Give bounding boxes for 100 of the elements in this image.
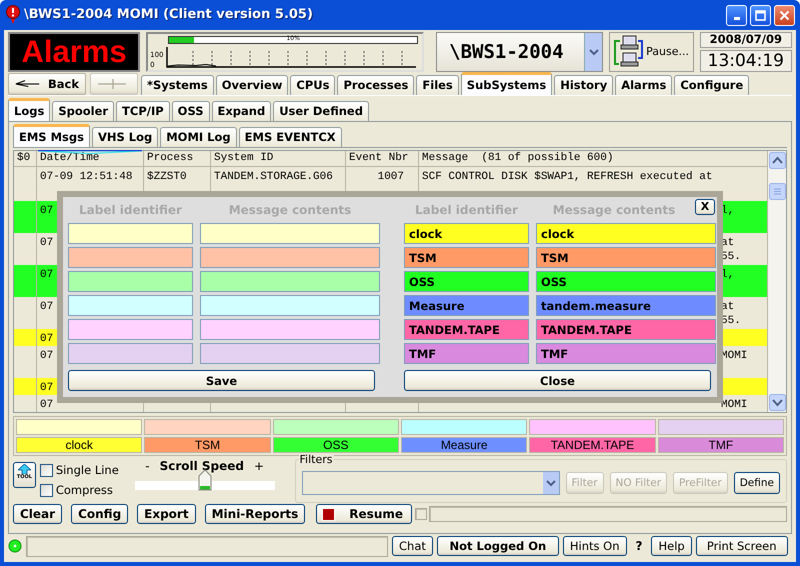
save-button[interactable]: Save: [68, 370, 375, 391]
label-field[interactable]: [68, 271, 193, 292]
back-button[interactable]: Back: [8, 73, 86, 95]
status-led-icon: [8, 539, 22, 553]
stop-icon: [322, 508, 336, 520]
message-field[interactable]: [200, 223, 380, 244]
dropdown-button[interactable]: [584, 33, 602, 71]
message-field[interactable]: [200, 271, 380, 292]
close-button[interactable]: [774, 4, 795, 26]
action-button[interactable]: Clear: [13, 504, 62, 524]
legend-label: OSS: [272, 437, 399, 453]
log-tab[interactable]: VHS Log: [92, 127, 158, 147]
message-field[interactable]: [200, 295, 380, 316]
maximize-icon: [755, 10, 766, 20]
table-cell: TANDEM.STORAGE.G06: [214, 171, 333, 183]
alarms-label: Alarms: [8, 32, 140, 72]
action-button[interactable]: Export: [137, 504, 196, 524]
label-field[interactable]: [68, 343, 193, 364]
table-cell: 07: [40, 237, 54, 249]
filter-dropdown[interactable]: [302, 471, 560, 495]
help-mark: ?: [636, 538, 642, 554]
close-icon: [779, 10, 790, 20]
back-arrow-icon: [15, 79, 40, 89]
forward-arrow-icon: [97, 78, 127, 90]
scrollbar-thumb[interactable]: [768, 183, 786, 200]
minimize-button[interactable]: [726, 4, 747, 26]
system-dropdown[interactable]: \BWS1-2004: [436, 32, 604, 72]
chat-button[interactable]: Chat: [392, 536, 433, 556]
subsystem-tab[interactable]: User Defined: [273, 101, 369, 121]
nav-tab[interactable]: History: [554, 75, 614, 95]
table-cell: 07-09 12:51:48: [40, 171, 132, 183]
login-button[interactable]: Not Logged On: [436, 536, 559, 556]
subsystem-tab[interactable]: OSS: [172, 101, 210, 121]
speed-plus: +: [254, 459, 264, 474]
alert-icon: [5, 5, 21, 25]
message-field[interactable]: [200, 319, 380, 340]
log-tab[interactable]: MOMI Log: [160, 127, 237, 147]
pause-button[interactable]: Pause...: [609, 32, 694, 72]
dropdown-button[interactable]: [542, 472, 559, 494]
label-field[interactable]: OSS: [404, 271, 529, 292]
close-button[interactable]: Close: [404, 370, 711, 391]
checkbox-label: Single Line: [56, 464, 119, 478]
nav-tab[interactable]: *Systems: [141, 75, 214, 95]
legend-label: TANDEM.TAPE: [529, 437, 656, 453]
legend-label: TSM: [144, 437, 271, 453]
nav-tab[interactable]: Alarms: [615, 75, 672, 95]
message-field[interactable]: OSS: [536, 271, 716, 292]
checkbox[interactable]: [40, 484, 53, 497]
table-cell: $ZZST0: [147, 171, 187, 183]
checkbox[interactable]: [40, 464, 53, 477]
nav-tab[interactable]: SubSystems: [460, 72, 552, 95]
subsystem-tab[interactable]: Spooler: [52, 101, 114, 121]
maximize-button[interactable]: [750, 4, 771, 26]
table-cell: 07: [40, 333, 54, 345]
label-field[interactable]: [68, 295, 193, 316]
time-display: 13:04:19: [700, 50, 792, 72]
close-button[interactable]: X: [695, 199, 715, 215]
resume-button[interactable]: Resume: [316, 504, 412, 524]
action-button[interactable]: Config: [71, 504, 128, 524]
nav-tab[interactable]: Overview: [216, 75, 288, 95]
filter-button[interactable]: Define: [734, 472, 780, 494]
subsystem-tab[interactable]: TCP/IP: [116, 101, 170, 121]
message-field[interactable]: [200, 343, 380, 364]
label-field[interactable]: Measure: [404, 295, 529, 316]
label-field[interactable]: TANDEM.TAPE: [404, 319, 529, 340]
action-button[interactable]: Mini-Reports: [204, 504, 306, 524]
hints-button[interactable]: Hints On: [562, 536, 627, 556]
message-field[interactable]: TSM: [536, 247, 716, 268]
label-field[interactable]: TSM: [404, 247, 529, 268]
legend-label: TMF: [658, 437, 784, 453]
label-field[interactable]: clock: [404, 223, 529, 244]
message-field[interactable]: clock: [536, 223, 716, 244]
label-field[interactable]: [68, 223, 193, 244]
minimize-icon: [734, 17, 740, 20]
label-field[interactable]: [68, 247, 193, 268]
label-field[interactable]: [68, 319, 193, 340]
nav-tab[interactable]: Configure: [674, 75, 750, 95]
scroll-down-button[interactable]: [768, 394, 786, 411]
table-cell-text: l,: [721, 204, 736, 218]
label-field[interactable]: TMF: [404, 343, 529, 364]
nav-tab[interactable]: Files: [416, 75, 459, 95]
log-tab[interactable]: EMS Msgs: [13, 124, 90, 147]
caret-icon: [544, 479, 557, 487]
scroll-up-button[interactable]: [768, 152, 786, 169]
legend-label: clock: [16, 437, 142, 453]
message-field[interactable]: [200, 247, 380, 268]
help-button[interactable]: Help: [651, 536, 692, 556]
table-cell: 1007: [378, 171, 404, 183]
message-field[interactable]: TMF: [536, 343, 716, 364]
nav-tab[interactable]: Processes: [337, 75, 414, 95]
message-field[interactable]: TANDEM.TAPE: [536, 319, 716, 340]
message-field[interactable]: tandem.measure: [536, 295, 716, 316]
print-screen-button[interactable]: Print Screen: [696, 536, 788, 556]
log-tab[interactable]: EMS EVENTCX: [238, 127, 342, 147]
speed-minus: -: [145, 459, 150, 474]
subsystem-tab[interactable]: Expand: [212, 101, 272, 121]
nav-tab[interactable]: CPUs: [290, 75, 336, 95]
table-cell-text: SCF CONTROL DISK $SWAP1, REFRESH executed at: [422, 170, 714, 184]
date-display: 2008/07/09: [700, 32, 792, 48]
subsystem-tab[interactable]: Logs: [8, 98, 50, 121]
